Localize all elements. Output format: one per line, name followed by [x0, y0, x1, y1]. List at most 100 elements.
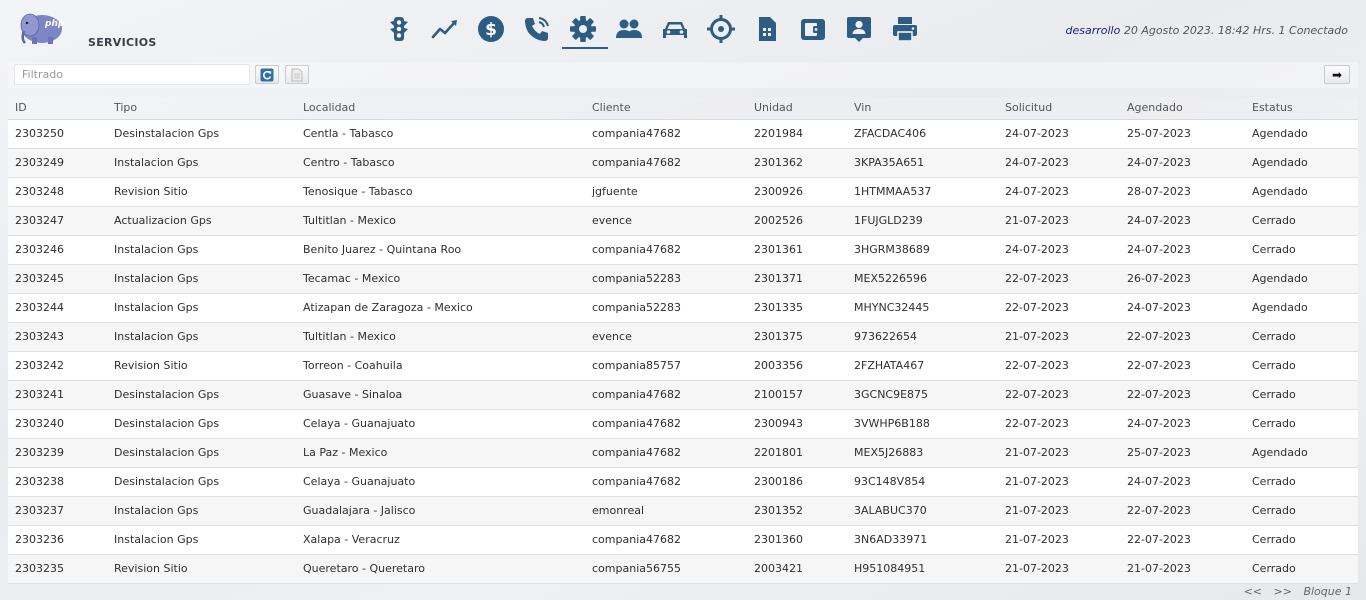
nav-vehicles[interactable]	[652, 10, 698, 48]
table-row[interactable]: 2303241 Desinstalacion Gps Guasave - Sinal…	[8, 380, 1358, 410]
cell-id: 2303243	[8, 322, 107, 352]
table-row[interactable]: 2303247 Actualizacion Gps Tultitlan - Mexi…	[8, 206, 1358, 236]
cell-estatus: Cerrado	[1245, 554, 1358, 584]
column-header-solicitud[interactable]: Solicitud	[998, 97, 1120, 120]
cell-localidad: Atizapan de Zaragoza - Mexico	[296, 293, 585, 323]
cell-unidad: 2301362	[747, 148, 847, 178]
cell-cliente: emonreal	[585, 496, 747, 526]
nav-services[interactable]	[560, 10, 608, 49]
cell-localidad: Tenosique - Tabasco	[296, 177, 585, 207]
cell-agendado: 25-07-2023	[1120, 438, 1245, 468]
cell-id: 2303237	[8, 496, 107, 526]
cell-vin: MHYNC32445	[847, 293, 998, 323]
cell-localidad: Celaya - Guanajuato	[296, 467, 585, 497]
cell-id: 2303236	[8, 525, 107, 555]
nav-billing[interactable]: $	[468, 10, 514, 48]
cell-agendado: 26-07-2023	[1120, 264, 1245, 294]
crosshairs-icon	[707, 15, 735, 43]
pagination: << >> Bloque 1	[1236, 585, 1352, 598]
table-row[interactable]: 2303235 Revision Sitio Queretaro - Quereta…	[8, 554, 1358, 584]
nav-reports[interactable]	[882, 10, 928, 48]
nav-calls[interactable]	[514, 10, 560, 48]
nav-statistics[interactable]	[422, 10, 468, 48]
next-block-link[interactable]: >>	[1274, 585, 1292, 598]
nav-payments[interactable]	[790, 10, 836, 48]
table-row[interactable]: 2303242 Revision Sitio Torreon - Coahuila c…	[8, 351, 1358, 381]
cell-agendado: 22-07-2023	[1120, 380, 1245, 410]
nav-contacts[interactable]	[836, 10, 882, 48]
refresh-button[interactable]	[255, 65, 279, 84]
nav-users[interactable]	[606, 10, 652, 48]
table-row[interactable]: 2303243 Instalacion Gps Tultitlan - Mexico…	[8, 322, 1358, 352]
column-header-agendado[interactable]: Agendado	[1120, 97, 1245, 120]
cell-solicitud: 22-07-2023	[998, 293, 1120, 323]
filter-toolbar: ➡	[8, 62, 1358, 88]
cell-cliente: compania47682	[585, 409, 747, 439]
cell-estatus: Cerrado	[1245, 409, 1358, 439]
cell-id: 2303247	[8, 206, 107, 236]
table-row[interactable]: 2303245 Instalacion Gps Tecamac - Mexico co…	[8, 264, 1358, 294]
cell-vin: 973622654	[847, 322, 998, 352]
table-row[interactable]: 2303239 Desinstalacion Gps La Paz - Mexico…	[8, 438, 1358, 468]
column-header-cliente[interactable]: Cliente	[585, 97, 747, 120]
cell-cliente: compania52283	[585, 293, 747, 323]
cell-cliente: evence	[585, 206, 747, 236]
cell-estatus: Cerrado	[1245, 322, 1358, 352]
cell-tipo: Desinstalacion Gps	[107, 119, 296, 149]
cell-id: 2303241	[8, 380, 107, 410]
cell-id: 2303242	[8, 351, 107, 381]
cell-estatus: Cerrado	[1245, 525, 1358, 555]
table-row[interactable]: 2303236 Instalacion Gps Xalapa - Veracruz c…	[8, 525, 1358, 555]
table-row[interactable]: 2303246 Instalacion Gps Benito Juarez - Qu…	[8, 235, 1358, 265]
cell-agendado: 22-07-2023	[1120, 525, 1245, 555]
table-row[interactable]: 2303240 Desinstalacion Gps Celaya - Guanaj…	[8, 409, 1358, 439]
table-row[interactable]: 2303237 Instalacion Gps Guadalajara - Jali…	[8, 496, 1358, 526]
dollar-icon: $	[478, 16, 504, 42]
cell-localidad: Torreon - Coahuila	[296, 351, 585, 381]
cell-tipo: Revision Sitio	[107, 554, 296, 584]
cell-agendado: 21-07-2023	[1120, 554, 1245, 584]
cell-cliente: compania47682	[585, 467, 747, 497]
cell-vin: 3KPA35A651	[847, 148, 998, 178]
svg-text:$: $	[485, 20, 497, 40]
column-header-localidad[interactable]: Localidad	[296, 97, 585, 120]
cell-vin: 3VWHP6B188	[847, 409, 998, 439]
column-header-tipo[interactable]: Tipo	[107, 97, 296, 120]
filter-input[interactable]	[14, 64, 250, 85]
column-header-id[interactable]: ID	[8, 97, 107, 120]
cell-tipo: Instalacion Gps	[107, 148, 296, 178]
cell-estatus: Agendado	[1245, 264, 1358, 294]
nav-tracking[interactable]	[698, 10, 744, 48]
cell-vin: H951084951	[847, 554, 998, 584]
cell-unidad: 2301361	[747, 235, 847, 265]
prev-block-link[interactable]: <<	[1244, 585, 1262, 598]
users-icon	[616, 19, 642, 38]
cell-solicitud: 21-07-2023	[998, 206, 1120, 236]
cell-unidad: 2300926	[747, 177, 847, 207]
cell-id: 2303240	[8, 409, 107, 439]
nav-sim-cards[interactable]	[744, 10, 790, 48]
table-row[interactable]: 2303244 Instalacion Gps Atizapan de Zarago…	[8, 293, 1358, 323]
cell-tipo: Desinstalacion Gps	[107, 467, 296, 497]
cell-unidad: 2002526	[747, 206, 847, 236]
next-button[interactable]: ➡	[1324, 65, 1350, 84]
table-row[interactable]: 2303248 Revision Sitio Tenosique - Tabasco…	[8, 177, 1358, 207]
cell-vin: 1HTMMAA537	[847, 177, 998, 207]
column-header-unidad[interactable]: Unidad	[747, 97, 847, 120]
wallet-icon	[801, 19, 825, 40]
cell-cliente: compania47682	[585, 438, 747, 468]
nav-traffic-light[interactable]	[376, 10, 422, 48]
cell-agendado: 24-07-2023	[1120, 148, 1245, 178]
cell-tipo: Desinstalacion Gps	[107, 438, 296, 468]
column-header-vin[interactable]: Vin	[847, 97, 998, 120]
table-row[interactable]: 2303249 Instalacion Gps Centro - Tabasco co…	[8, 148, 1358, 178]
table-row[interactable]: 2303238 Desinstalacion Gps Celaya - Guanaj…	[8, 467, 1358, 497]
cell-solicitud: 21-07-2023	[998, 438, 1120, 468]
column-header-estatus[interactable]: Estatus	[1245, 97, 1358, 120]
table-row[interactable]: 2303250 Desinstalacion Gps Centla - Tabasc…	[8, 119, 1358, 149]
cell-unidad: 2301352	[747, 496, 847, 526]
printer-icon	[893, 17, 917, 42]
cell-tipo: Instalacion Gps	[107, 235, 296, 265]
export-button[interactable]	[285, 65, 309, 84]
cell-cliente: compania47682	[585, 525, 747, 555]
